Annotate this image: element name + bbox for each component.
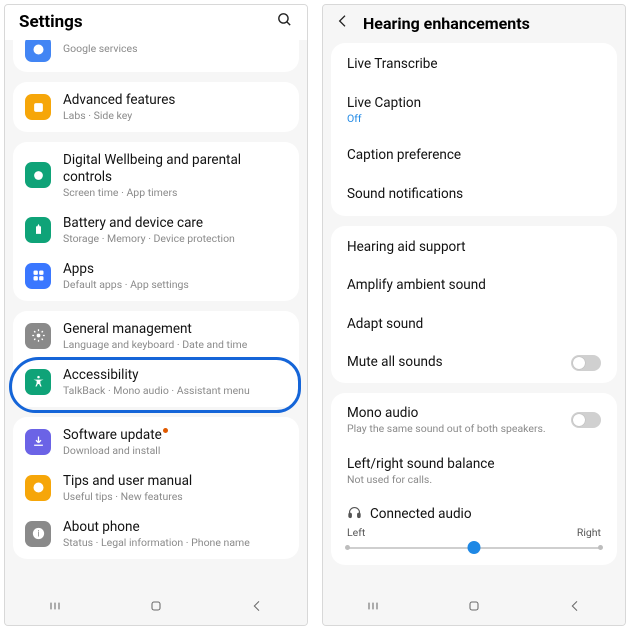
item-sub: Useful tips · New features (63, 490, 287, 503)
settings-header: Settings (5, 5, 307, 40)
home-button[interactable] (466, 598, 482, 618)
item-hearing-aid[interactable]: Hearing aid support (331, 228, 617, 267)
slider-left-label: Left (347, 526, 365, 539)
item-mute-all[interactable]: Mute all sounds (331, 344, 617, 381)
item-sound-notifications[interactable]: Sound notifications (331, 175, 617, 214)
item-sub: Labs · Side key (63, 109, 287, 122)
page-title: Settings (19, 12, 83, 32)
slider-thumb[interactable] (468, 541, 481, 554)
nav-bar (5, 591, 307, 625)
hearing-header: Hearing enhancements (323, 5, 625, 43)
mute-all-toggle[interactable] (571, 355, 601, 371)
settings-item-advanced-features[interactable]: Advanced featuresLabs · Side key (13, 84, 299, 130)
back-button[interactable] (249, 598, 265, 618)
svg-text:i: i (37, 530, 39, 540)
home-button[interactable] (148, 598, 164, 618)
item-sub: TalkBack · Mono audio · Assistant menu (63, 384, 287, 397)
settings-item-about[interactable]: i About phoneStatus · Legal information … (13, 511, 299, 557)
settings-screen: Settings Google services Advanced featur… (4, 4, 308, 626)
update-icon (25, 429, 51, 455)
item-sub: Storage · Memory · Device protection (63, 232, 287, 245)
slider-right-label: Right (577, 526, 601, 539)
item-sub: Google services (63, 42, 287, 55)
back-icon[interactable] (335, 13, 351, 33)
gear-icon (25, 323, 51, 349)
status-label: Off (347, 112, 601, 125)
settings-item-general[interactable]: General managementLanguage and keyboard … (13, 313, 299, 359)
item-title: About phone (63, 519, 287, 536)
item-sub: Screen time · App timers (63, 186, 287, 199)
recents-button[interactable] (365, 598, 381, 618)
item-sub: Status · Legal information · Phone name (63, 536, 287, 549)
settings-item-battery[interactable]: Battery and device careStorage · Memory … (13, 207, 299, 253)
item-title: Advanced features (63, 92, 287, 109)
connected-audio-label: Connected audio (370, 506, 472, 523)
settings-item-accessibility[interactable]: AccessibilityTalkBack · Mono audio · Ass… (13, 359, 299, 405)
item-sub: Not used for calls. (347, 473, 601, 486)
mono-audio-toggle[interactable] (571, 412, 601, 428)
item-title: Apps (63, 261, 287, 278)
hearing-screen: Hearing enhancements Live Transcribe Liv… (322, 4, 626, 626)
balance-slider[interactable] (347, 541, 601, 555)
settings-item-wellbeing[interactable]: Digital Wellbeing and parental controlsS… (13, 144, 299, 207)
search-icon[interactable] (276, 11, 293, 32)
item-sub: Language and keyboard · Date and time (63, 338, 287, 351)
item-mono-audio[interactable]: Mono audio Play the same sound out of bo… (331, 395, 617, 445)
item-sub: Default apps · App settings (63, 278, 287, 291)
item-title: General management (63, 321, 287, 338)
hearing-list: Live Transcribe Live CaptionOff Caption … (323, 43, 625, 591)
headphones-icon (347, 505, 362, 524)
settings-item-tips[interactable]: Tips and user manualUseful tips · New fe… (13, 465, 299, 511)
balance-slider-wrap: Left Right (331, 526, 617, 563)
item-title: Tips and user manual (63, 473, 287, 490)
google-icon (25, 40, 51, 62)
accessibility-icon (25, 369, 51, 395)
page-title: Hearing enhancements (363, 14, 530, 33)
item-sound-balance[interactable]: Left/right sound balance Not used for ca… (331, 445, 617, 497)
recents-button[interactable] (47, 598, 63, 618)
advanced-icon (25, 94, 51, 120)
settings-list: Google services Advanced featuresLabs · … (5, 40, 307, 591)
item-title: Software update (63, 427, 287, 444)
wellbeing-icon (25, 162, 51, 188)
update-badge-icon (163, 428, 168, 433)
item-sub: Download and install (63, 444, 287, 457)
back-button[interactable] (567, 598, 583, 618)
item-adapt-sound[interactable]: Adapt sound (331, 305, 617, 344)
nav-bar (323, 591, 625, 625)
apps-icon (25, 263, 51, 289)
item-title: Accessibility (63, 367, 287, 384)
battery-icon (25, 217, 51, 243)
tips-icon (25, 475, 51, 501)
info-icon: i (25, 521, 51, 547)
item-title: Battery and device care (63, 215, 287, 232)
item-title: Digital Wellbeing and parental controls (63, 152, 287, 186)
settings-item-apps[interactable]: AppsDefault apps · App settings (13, 253, 299, 299)
item-caption-preference[interactable]: Caption preference (331, 136, 617, 175)
settings-item-software-update[interactable]: Software updateDownload and install (13, 419, 299, 465)
item-live-transcribe[interactable]: Live Transcribe (331, 45, 617, 84)
item-live-caption[interactable]: Live CaptionOff (331, 84, 617, 136)
connected-audio-row: Connected audio (331, 497, 617, 526)
settings-item-google[interactable]: Google services (13, 40, 299, 70)
item-sub: Play the same sound out of both speakers… (347, 422, 546, 435)
item-amplify-ambient[interactable]: Amplify ambient sound (331, 266, 617, 305)
